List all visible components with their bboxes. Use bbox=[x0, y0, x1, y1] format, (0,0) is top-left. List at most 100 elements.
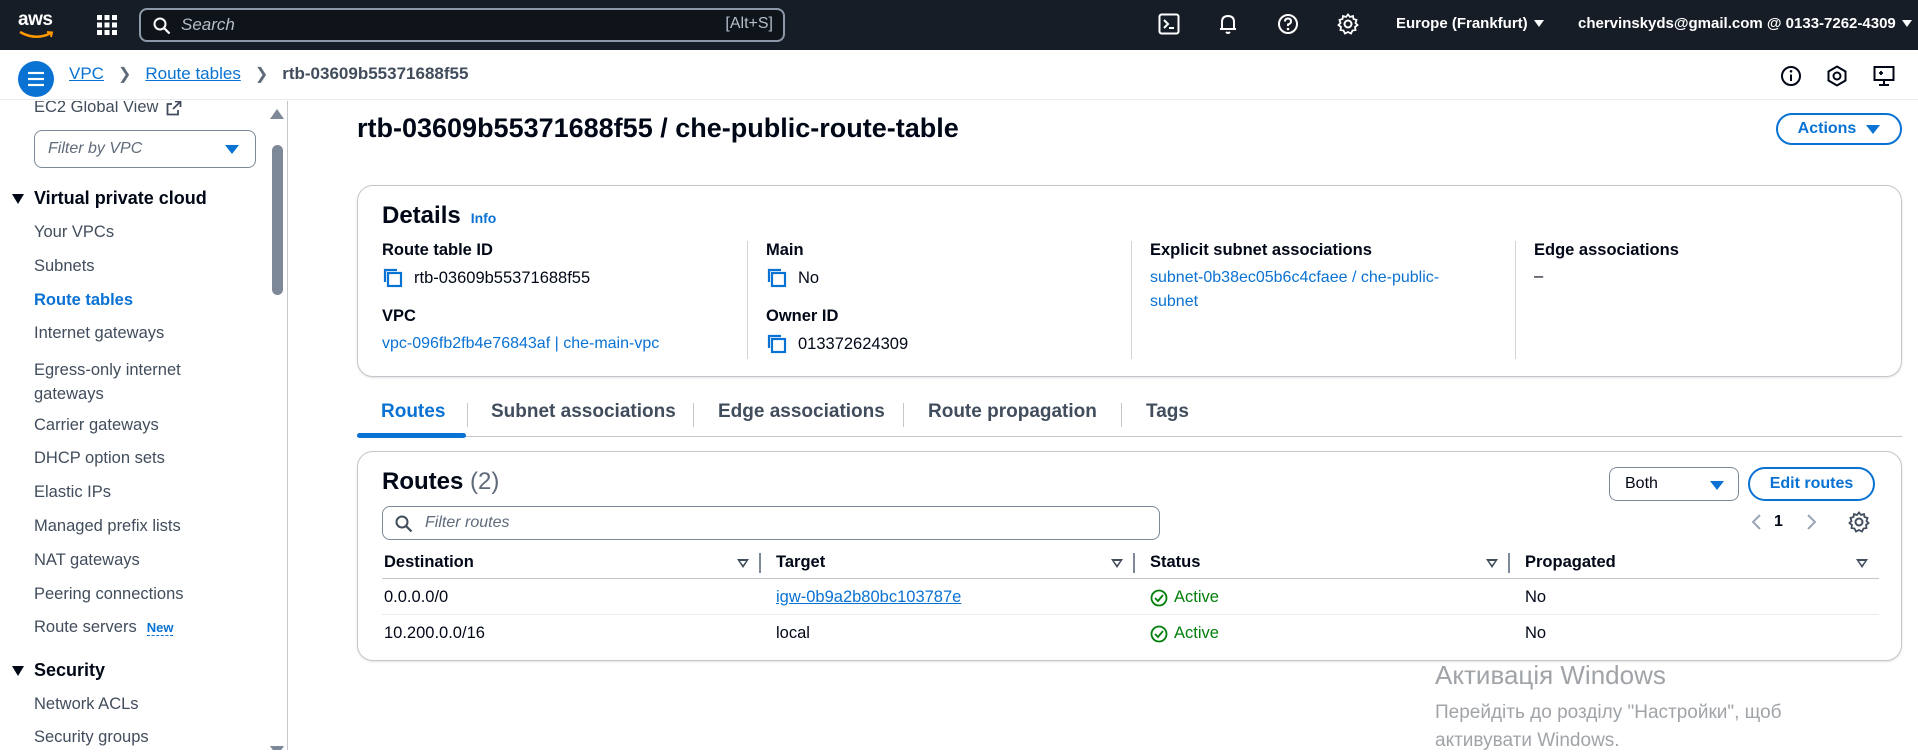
sidebar-item-security-groups[interactable]: Security groups bbox=[34, 728, 149, 747]
settings-icon[interactable] bbox=[1337, 13, 1361, 37]
sort-icon[interactable] bbox=[1486, 559, 1498, 568]
active-tab-indicator bbox=[357, 433, 466, 438]
cell-target-link[interactable]: igw-0b9a2b80bc103787e bbox=[776, 588, 961, 607]
sidebar-item-elastic-ips[interactable]: Elastic IPs bbox=[34, 483, 111, 502]
sort-icon[interactable] bbox=[1856, 559, 1868, 568]
scroll-down-icon[interactable] bbox=[270, 746, 284, 750]
edge-associations-value: – bbox=[1534, 267, 1544, 285]
column-header-status[interactable]: Status bbox=[1150, 553, 1200, 572]
tab-divider bbox=[1121, 403, 1122, 427]
filter-by-vpc-select[interactable]: Filter by VPC bbox=[34, 130, 256, 168]
scrollbar-thumb[interactable] bbox=[272, 145, 283, 295]
chevron-down-icon bbox=[1866, 124, 1881, 134]
vpc-label: VPC bbox=[382, 307, 416, 325]
edit-routes-button[interactable]: Edit routes bbox=[1748, 467, 1875, 501]
cell-status: Active bbox=[1150, 588, 1219, 607]
services-grid-icon[interactable] bbox=[96, 14, 118, 36]
sidebar-item-egress-only-internet-gateways[interactable]: Egress-only internet gateways bbox=[34, 358, 204, 406]
feedback-icon[interactable] bbox=[1873, 65, 1895, 87]
table-row: 10.200.0.0/16 local Active No bbox=[382, 615, 1879, 651]
sidebar-item-route-servers[interactable]: Route servers New bbox=[34, 618, 174, 637]
aws-logo[interactable]: aws bbox=[18, 10, 62, 40]
notifications-icon[interactable] bbox=[1826, 65, 1848, 87]
subnet-association-link[interactable]: subnet-0b38ec05b6c4cfaee / che-public- s… bbox=[1150, 266, 1500, 314]
actions-button[interactable]: Actions bbox=[1776, 113, 1902, 145]
filter-routes-field[interactable] bbox=[382, 506, 1160, 540]
chevron-down-icon bbox=[1901, 20, 1912, 27]
cell-destination: 0.0.0.0/0 bbox=[384, 588, 449, 606]
status-text: Active bbox=[1174, 588, 1219, 606]
sidebar-item-your-vpcs[interactable]: Your VPCs bbox=[34, 223, 114, 242]
menu-icon bbox=[28, 71, 44, 87]
sort-icon[interactable] bbox=[737, 559, 749, 568]
region-selector[interactable]: Europe (Frankfurt) bbox=[1396, 15, 1544, 32]
tab-tags[interactable]: Tags bbox=[1146, 401, 1189, 423]
column-resizer[interactable] bbox=[759, 553, 761, 573]
ip-version-select[interactable]: Both bbox=[1609, 467, 1739, 501]
column-header-target[interactable]: Target bbox=[776, 553, 825, 572]
main-value: No bbox=[766, 267, 1116, 289]
check-circle-icon bbox=[1150, 625, 1168, 642]
sidebar-item-subnets[interactable]: Subnets bbox=[34, 257, 95, 276]
edge-associations-label: Edge associations bbox=[1534, 241, 1679, 259]
info-link[interactable]: Info bbox=[471, 210, 497, 226]
copy-icon[interactable] bbox=[382, 267, 404, 289]
sidebar-item-route-tables[interactable]: Route tables bbox=[34, 291, 133, 310]
side-nav-toggle-button[interactable] bbox=[18, 61, 54, 97]
aws-smile-icon bbox=[19, 30, 54, 38]
section-virtual-private-cloud[interactable]: Virtual private cloud bbox=[12, 188, 207, 209]
breadcrumb-route-tables[interactable]: Route tables bbox=[145, 64, 240, 84]
watermark-line-2: активувати Windows. bbox=[1435, 730, 1620, 751]
breadcrumb-vpc[interactable]: VPC bbox=[69, 64, 104, 84]
chevron-right-icon: ❯ bbox=[254, 66, 269, 83]
sort-icon[interactable] bbox=[1111, 559, 1123, 568]
gear-icon[interactable] bbox=[1848, 511, 1870, 533]
vpc-link[interactable]: vpc-096fb2fb4e76843af | che-main-vpc bbox=[382, 332, 732, 356]
sidebar-item-internet-gateways[interactable]: Internet gateways bbox=[34, 324, 164, 343]
copy-icon[interactable] bbox=[766, 333, 788, 355]
scroll-up-icon[interactable] bbox=[270, 109, 284, 119]
tab-route-propagation[interactable]: Route propagation bbox=[928, 401, 1097, 423]
page-number[interactable]: 1 bbox=[1774, 513, 1783, 531]
help-icon[interactable] bbox=[1277, 13, 1301, 37]
cell-propagated: No bbox=[1525, 588, 1547, 606]
column-header-propagated[interactable]: Propagated bbox=[1525, 553, 1616, 572]
chevron-left-icon[interactable] bbox=[1750, 514, 1762, 530]
chevron-right-icon[interactable] bbox=[1806, 514, 1818, 530]
sidebar-item-peering-connections[interactable]: Peering connections bbox=[34, 585, 184, 604]
cell-status: Active bbox=[1150, 624, 1219, 643]
search-icon bbox=[395, 515, 413, 533]
route-table-id-value: rtb-03609b55371688f55 bbox=[382, 267, 732, 289]
breadcrumb-current: rtb-03609b55371688f55 bbox=[282, 64, 469, 83]
chevron-down-icon bbox=[1710, 481, 1724, 490]
search-input[interactable] bbox=[181, 14, 651, 36]
column-resizer[interactable] bbox=[1508, 553, 1510, 573]
routes-header: Routes (2) bbox=[382, 468, 499, 496]
sidebar-item-network-acls[interactable]: Network ACLs bbox=[34, 695, 139, 714]
sidebar-item-dhcp-option-sets[interactable]: DHCP option sets bbox=[34, 449, 165, 468]
cell-propagated: No bbox=[1525, 624, 1547, 642]
sidebar-item-managed-prefix-lists[interactable]: Managed prefix lists bbox=[34, 517, 181, 536]
info-icon[interactable] bbox=[1780, 65, 1802, 87]
sidebar-item-nat-gateways[interactable]: NAT gateways bbox=[34, 551, 140, 570]
sidebar-item-label: EC2 Global View bbox=[34, 101, 159, 116]
sidebar-item-ec2-global-view[interactable]: EC2 Global View bbox=[34, 101, 182, 117]
bell-icon[interactable] bbox=[1217, 13, 1241, 37]
account-menu[interactable]: chervinskyds@gmail.com @ 0133-7262-4309 bbox=[1578, 15, 1912, 32]
side-navigation: EC2 Global View Filter by VPC Virtual pr… bbox=[0, 101, 288, 750]
tab-subnet-associations[interactable]: Subnet associations bbox=[491, 401, 676, 423]
cloudshell-icon[interactable] bbox=[1158, 13, 1182, 37]
filter-routes-input[interactable] bbox=[425, 513, 1125, 533]
copy-icon[interactable] bbox=[766, 267, 788, 289]
section-security[interactable]: Security bbox=[12, 660, 105, 681]
column-header-destination[interactable]: Destination bbox=[384, 553, 474, 572]
details-title: Details bbox=[382, 202, 461, 229]
column-resizer[interactable] bbox=[1133, 553, 1135, 573]
cell-target: local bbox=[776, 624, 810, 642]
sidebar-item-carrier-gateways[interactable]: Carrier gateways bbox=[34, 416, 159, 435]
new-badge: New bbox=[146, 619, 174, 636]
tab-routes[interactable]: Routes bbox=[381, 401, 445, 423]
tab-edge-associations[interactable]: Edge associations bbox=[718, 401, 885, 423]
aws-logo-text: aws bbox=[18, 9, 53, 30]
global-search[interactable]: [Alt+S] bbox=[139, 8, 785, 42]
